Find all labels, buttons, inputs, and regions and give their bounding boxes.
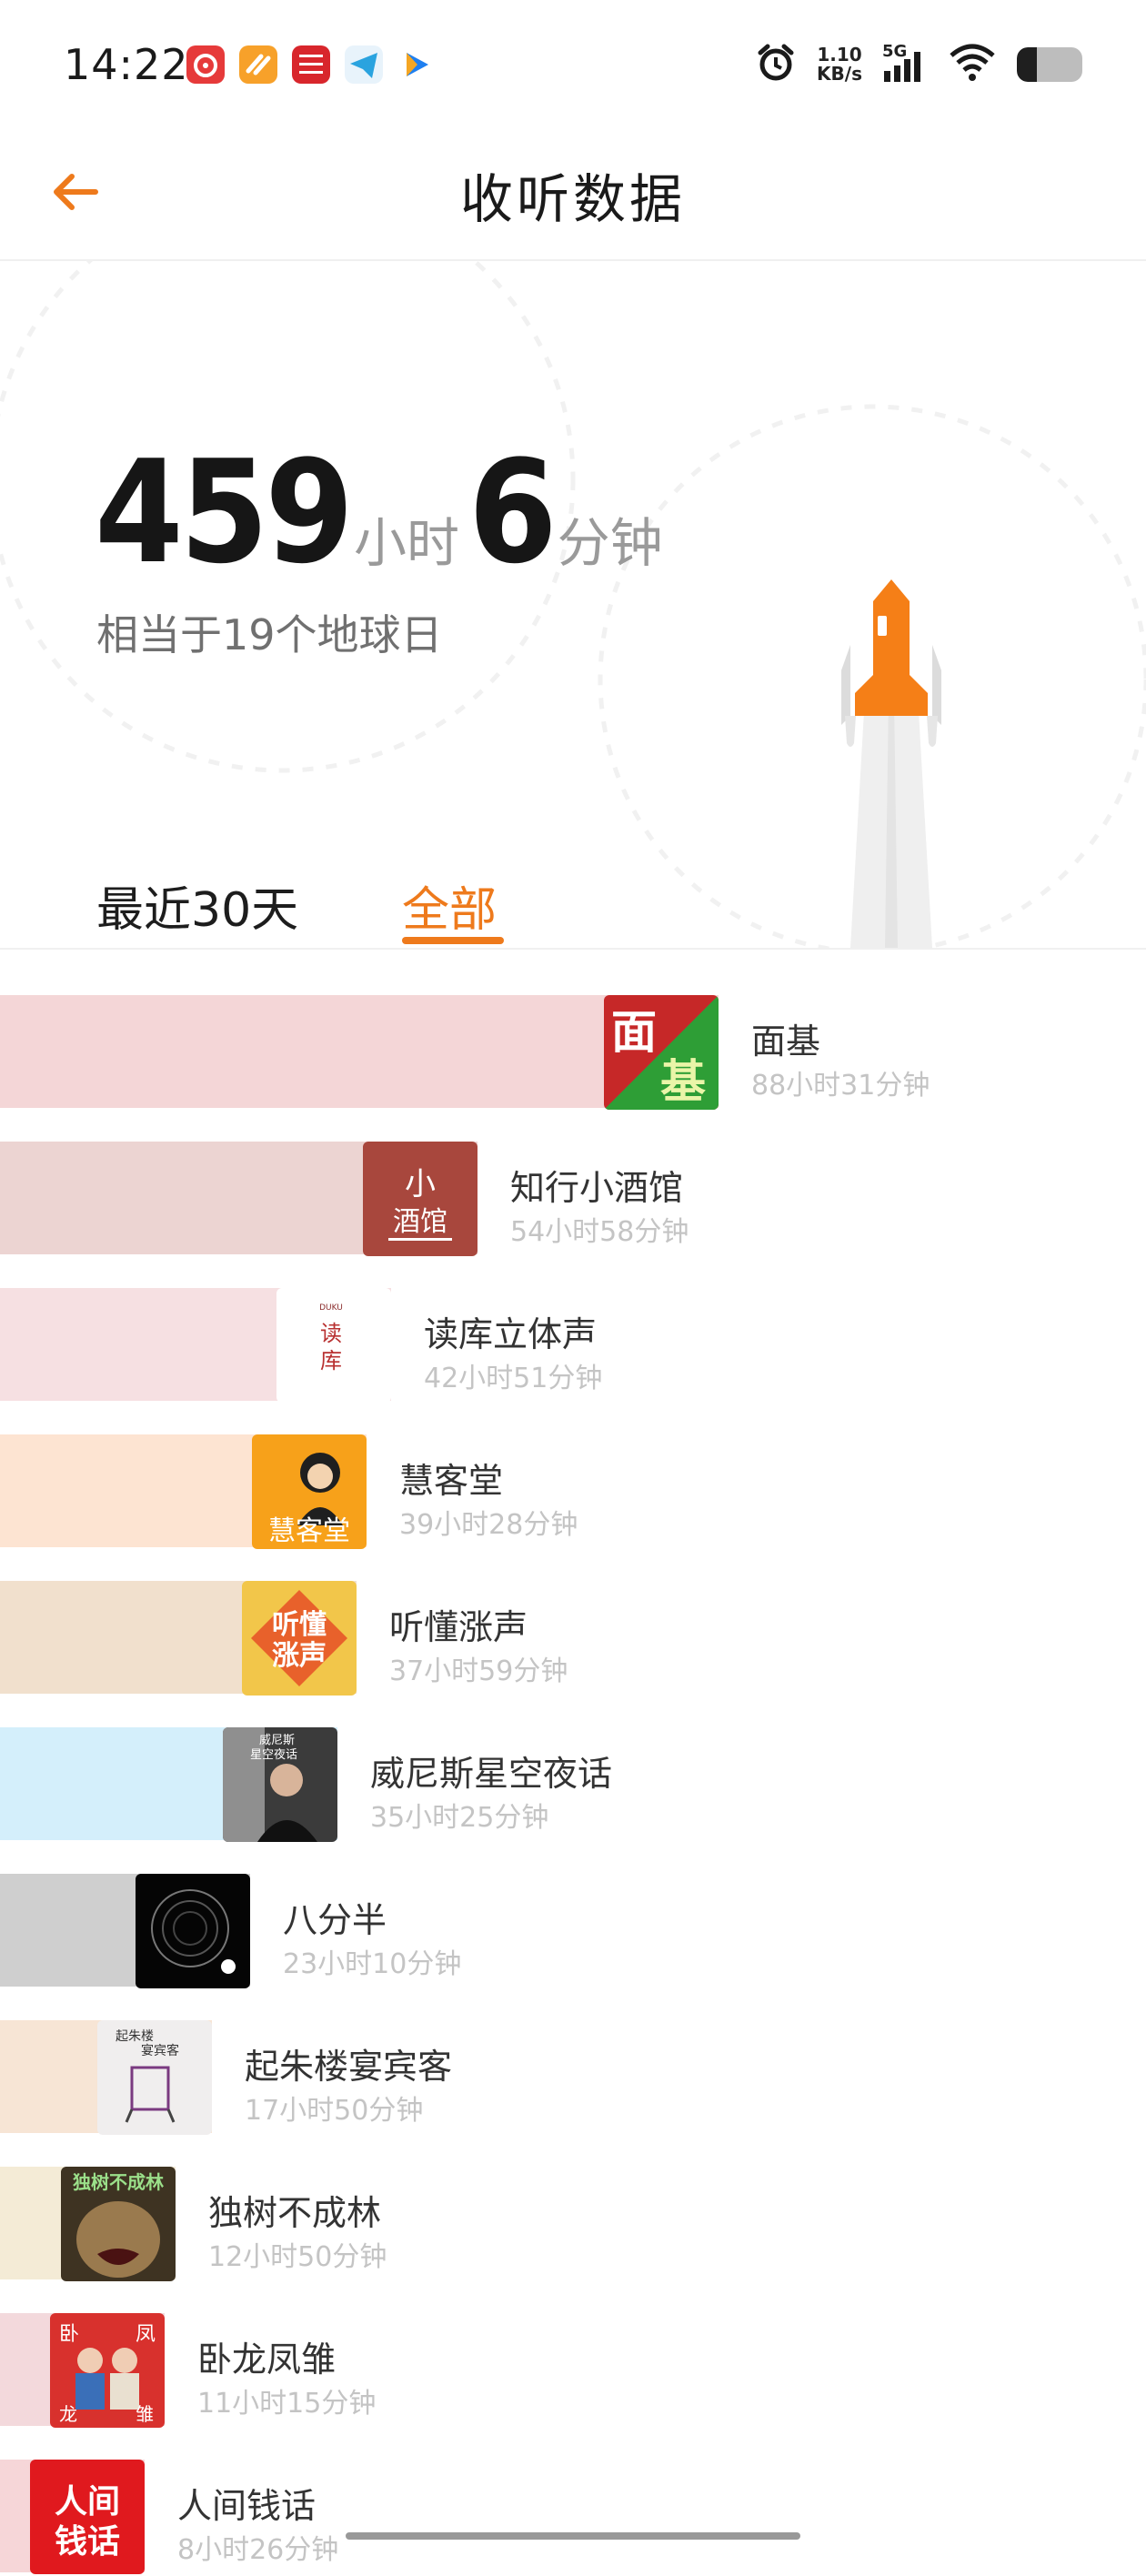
podcast-listen-time: 17小时50分钟 (245, 2095, 424, 2127)
podcast-listen-time: 8小时26分钟 (177, 2534, 339, 2566)
podcast-listen-time: 11小时15分钟 (197, 2388, 377, 2420)
svg-text:雏: 雏 (136, 2403, 154, 2425)
podcast-name: 八分半 (283, 1900, 387, 1940)
net-speed: 1.10 KB/s (817, 45, 862, 84)
podcast-cover[interactable]: 起朱楼 宴宾客 (97, 2020, 212, 2135)
minutes-unit: 分钟 (557, 512, 663, 574)
podcast-name: 慧客堂 (399, 1461, 504, 1501)
ranking-row[interactable]: DUKU 读库 读库立体声 42小时51分钟 (0, 1284, 1146, 1404)
orange-app-icon (239, 45, 277, 84)
battery-fill (1017, 47, 1037, 82)
podcast-cover[interactable]: 听懂 涨声 (242, 1581, 357, 1696)
cmb-securities-icon (292, 45, 330, 84)
podcast-cover[interactable]: 人间 钱话 (30, 2460, 145, 2574)
minutes-value: 6 (467, 429, 558, 595)
wifi-icon (948, 43, 997, 86)
podcast-name: 卧龙凤雏 (197, 2340, 337, 2380)
period-tabs: 最近30天 全部 (0, 864, 1146, 950)
svg-text:独树不成林: 独树不成林 (73, 2171, 164, 2193)
podcast-cover[interactable]: DUKU 读库 (276, 1288, 391, 1403)
svg-text:凤: 凤 (136, 2323, 156, 2346)
svg-text:威尼斯: 威尼斯 (259, 1734, 295, 1747)
podcast-cover[interactable]: 小酒馆 (363, 1142, 478, 1256)
svg-text:人间: 人间 (55, 2483, 120, 2521)
svg-text:库: 库 (320, 1348, 342, 1374)
ranking-row[interactable]: 面基面基 88小时31分钟 (0, 991, 1146, 1112)
home-indicator[interactable] (346, 2532, 800, 2540)
podcast-name: 人间钱话 (177, 2486, 317, 2526)
ranking-row[interactable]: 人间 钱话 人间钱话 8小时26分钟 (0, 2456, 1146, 2576)
netease-music-icon (186, 45, 225, 84)
ranking-row[interactable]: 威尼斯 星空夜话 威尼斯星空夜话 35小时25分钟 (0, 1724, 1146, 1844)
battery-icon (1017, 47, 1082, 82)
svg-text:宴宾客: 宴宾客 (141, 2043, 179, 2058)
podcast-name: 面基 (751, 1021, 821, 1062)
podcast-cover[interactable]: 威尼斯 星空夜话 (223, 1727, 337, 1842)
podcast-listen-time: 39小时28分钟 (399, 1509, 578, 1541)
podcast-listen-time: 23小时10分钟 (283, 1948, 462, 1980)
svg-text:酒馆: 酒馆 (393, 1206, 447, 1238)
svg-text:起朱楼: 起朱楼 (116, 2029, 154, 2044)
status-right: 1.10 KB/s 5G (755, 42, 1082, 87)
podcast-cover[interactable]: 慧客堂 (252, 1434, 367, 1549)
svg-text:小: 小 (405, 1166, 436, 1202)
podcast-name: 读库立体声 (424, 1314, 598, 1354)
podcast-name: 起朱楼宴宾客 (245, 2047, 453, 2087)
ranking-row[interactable]: 八分半 23小时10分钟 (0, 1870, 1146, 1990)
summary-hero: 459 小时 6 分钟 相当于19个地球日 (0, 261, 1146, 948)
svg-text:读: 读 (320, 1321, 342, 1346)
podcast-cover[interactable]: 独树不成林 (61, 2167, 176, 2281)
podcast-name: 独树不成林 (208, 2193, 382, 2233)
podcast-name: 知行小酒馆 (510, 1168, 684, 1208)
signal-5g-icon: 5G (882, 42, 928, 86)
play-app-icon (397, 45, 436, 84)
podcast-listen-time: 42小时51分钟 (424, 1363, 603, 1394)
svg-text:DUKU: DUKU (319, 1303, 343, 1313)
active-tab-indicator (402, 937, 504, 944)
svg-text:卧: 卧 (59, 2323, 79, 2346)
telegram-icon (345, 45, 383, 84)
podcast-listen-time: 88小时31分钟 (751, 1070, 930, 1102)
net-speed-value: 1.10 (817, 44, 862, 65)
svg-text:钱话: 钱话 (55, 2523, 120, 2561)
total-listening-time: 459 小时 6 分钟 (95, 429, 672, 595)
status-time: 14:22 (64, 40, 189, 89)
podcast-listen-time: 12小时50分钟 (208, 2241, 387, 2273)
svg-text:听懂: 听懂 (272, 1609, 327, 1641)
hours-unit: 小时 (353, 512, 459, 574)
ranking-row[interactable]: 卧 凤龙 雏 卧龙凤雏 11小时15分钟 (0, 2309, 1146, 2430)
svg-text:面: 面 (611, 1006, 657, 1059)
podcast-listen-time: 37小时59分钟 (389, 1655, 568, 1687)
svg-text:慧客堂: 慧客堂 (268, 1515, 350, 1547)
ranking-row[interactable]: 慧客堂 慧客堂 39小时28分钟 (0, 1431, 1146, 1551)
page-title: 收听数据 (459, 168, 686, 230)
podcast-cover[interactable]: 面基 (604, 995, 719, 1110)
tab-all[interactable]: 全部 (402, 871, 497, 940)
ranking-row[interactable]: 听懂 涨声 听懂涨声 37小时59分钟 (0, 1577, 1146, 1697)
ranking-row[interactable]: 起朱楼 宴宾客 起朱楼宴宾客 17小时50分钟 (0, 2017, 1146, 2137)
alarm-icon (755, 42, 797, 87)
podcast-listen-time: 35小时25分钟 (370, 1802, 549, 1834)
svg-text:龙: 龙 (59, 2403, 77, 2425)
status-bar: 14:22 1.10 KB/s 5G (0, 0, 1146, 136)
podcast-name: 威尼斯星空夜话 (370, 1754, 613, 1794)
podcast-name: 听懂涨声 (389, 1607, 528, 1647)
podcast-listen-time: 54小时58分钟 (510, 1216, 689, 1248)
ranking-row[interactable]: 独树不成林 独树不成林 12小时50分钟 (0, 2163, 1146, 2283)
net-speed-unit: KB/s (817, 63, 862, 85)
ranking-row[interactable]: 小酒馆 知行小酒馆 54小时58分钟 (0, 1138, 1146, 1258)
tab-recent-30-days[interactable]: 最近30天 (96, 871, 298, 940)
svg-text:涨声: 涨声 (272, 1640, 327, 1672)
hours-value: 459 (95, 429, 354, 595)
podcast-cover[interactable]: 卧 凤龙 雏 (50, 2313, 165, 2428)
podcast-cover[interactable] (136, 1874, 250, 1988)
svg-text:基: 基 (660, 1055, 706, 1108)
notification-icons (186, 45, 436, 84)
svg-text:星空夜话: 星空夜话 (250, 1748, 297, 1762)
header: 收听数据 (0, 136, 1146, 261)
earth-days-text: 相当于19个地球日 (96, 610, 443, 659)
